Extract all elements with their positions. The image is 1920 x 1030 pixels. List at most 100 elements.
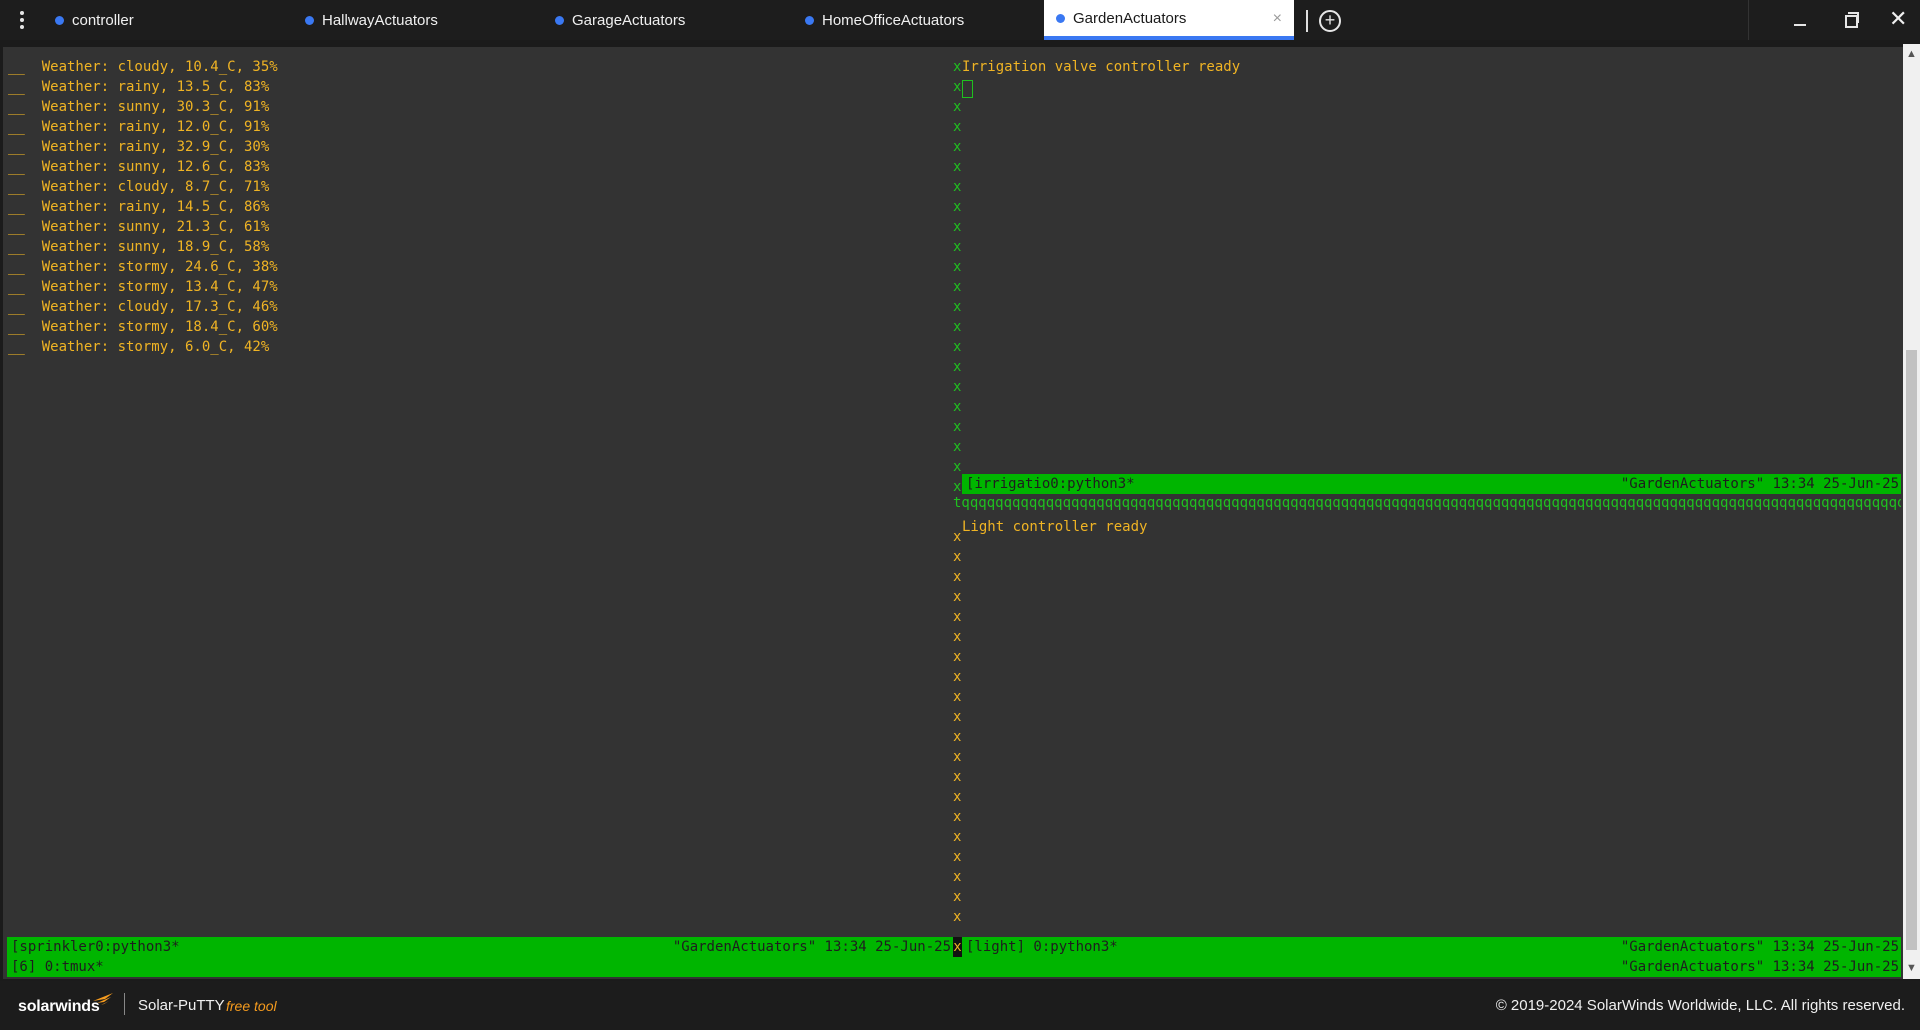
brand-logo: solarwinds [18, 998, 100, 1015]
border-char: x [953, 219, 962, 235]
sprinkler-status-bar: [sprinkler0:python3* "GardenActuators" 1… [7, 937, 953, 957]
tab-label: GardenActuators [1073, 9, 1187, 27]
tab-controller[interactable]: controller [55, 0, 295, 40]
output-line: __ Weather: sunny, 30.3_C, 91% [8, 99, 270, 115]
output-line: __ Weather: rainy, 12.0_C, 91% [8, 119, 270, 135]
status-left: [irrigatio0:python3* [966, 476, 1135, 492]
border-char: x [953, 159, 962, 175]
status-right: "GardenActuators" 13:34 25-Jun-25 [672, 939, 951, 955]
border-char: x [953, 549, 962, 565]
session-dot-icon [55, 15, 64, 25]
terminal-screen[interactable]: __ Weather: cloudy, 10.4_C, 35% __ Weath… [3, 47, 1903, 979]
status-left: [light] 0:python3* [966, 939, 1118, 955]
session-dot-icon [555, 15, 564, 25]
solarwinds-bird-icon [93, 993, 113, 1005]
footer: solarwinds Solar-PuTTY free tool © 2019-… [0, 981, 1920, 1030]
border-char: x [953, 629, 962, 645]
border-char: x [953, 239, 962, 255]
border-char: x [953, 869, 962, 885]
status-right: "GardenActuators" 13:34 25-Jun-25 [1620, 939, 1899, 955]
output-line: __ Weather: sunny, 18.9_C, 58% [8, 239, 270, 255]
border-char: x [953, 279, 962, 295]
border-char: x [953, 359, 962, 375]
tab-label: HomeOfficeActuators [822, 11, 965, 29]
scroll-down-icon[interactable]: ▼ [1906, 962, 1917, 974]
border-char: x [953, 119, 962, 135]
close-tab-icon[interactable]: × [1273, 10, 1282, 28]
vertical-dots-icon[interactable] [10, 8, 34, 32]
terminal-cursor [962, 80, 973, 98]
border-char: x [953, 729, 962, 745]
new-tab-icon[interactable]: + [1319, 10, 1341, 32]
tab-separator [1306, 10, 1308, 32]
minimize-icon [1794, 24, 1806, 26]
irrigation-ready-message: Irrigation valve controller ready [962, 59, 1241, 75]
output-line: __ Weather: stormy, 24.6_C, 38% [8, 259, 278, 275]
status-left: [sprinkler0:python3* [11, 939, 180, 955]
border-char: x [953, 909, 962, 925]
close-window-button[interactable]: ✕ [1875, 0, 1920, 40]
sprinkler-pane-output: __ Weather: cloudy, 10.4_C, 35% __ Weath… [8, 57, 278, 357]
output-line: __ Weather: rainy, 13.5_C, 83% [8, 79, 270, 95]
tmux-status-bar: [6] 0:tmux* "GardenActuators" 13:34 25-J… [7, 957, 1901, 977]
output-line: __ Weather: rainy, 14.5_C, 86% [8, 199, 270, 215]
border-char: x [953, 339, 962, 355]
border-char: x [953, 379, 962, 395]
border-char: x [953, 569, 962, 585]
tab-label: controller [72, 11, 134, 29]
border-char: x [953, 689, 962, 705]
tab-garden-actuators[interactable]: GardenActuators × [1044, 0, 1294, 40]
product-name: Solar-PuTTY [138, 997, 225, 1014]
output-line: __ Weather: sunny, 12.6_C, 83% [8, 159, 270, 175]
pane-border-top: x x x x x x x x x x x x x x x x x x x x … [953, 57, 963, 497]
tab-label: HallwayActuators [322, 11, 438, 29]
border-char: x [953, 669, 962, 685]
tab-home-office-actuators[interactable]: HomeOfficeActuators [805, 0, 1045, 40]
light-ready-message: Light controller ready [962, 519, 1148, 535]
pane-border-bottom: x x x x x x x x x x x x x x x x x x x x [953, 527, 963, 927]
status-right: "GardenActuators" 13:34 25-Jun-25 [1620, 476, 1899, 492]
border-char: x [953, 179, 962, 195]
pane-divider: tqqqqqqqqqqqqqqqqqqqqqqqqqqqqqqqqqqqqqqq… [953, 495, 1901, 511]
border-char: x [953, 809, 962, 825]
window-controls-separator [1748, 0, 1749, 40]
border-char: x [953, 139, 962, 155]
border-char: x [953, 889, 962, 905]
border-char: x [953, 419, 962, 435]
terminal-area[interactable]: __ Weather: cloudy, 10.4_C, 35% __ Weath… [0, 44, 1920, 979]
tab-bar: controller HallwayActuators GarageActuat… [0, 0, 1920, 40]
border-char: x [953, 749, 962, 765]
restore-button[interactable] [1825, 0, 1875, 40]
session-dot-icon [1056, 13, 1065, 23]
border-char: x [953, 319, 962, 335]
status-left: [6] 0:tmux* [11, 959, 104, 975]
border-char: x [953, 439, 962, 455]
output-line: __ Weather: rainy, 32.9_C, 30% [8, 139, 270, 155]
irrigation-status-bar: [irrigatio0:python3* "GardenActuators" 1… [962, 474, 1901, 494]
border-char: x [953, 709, 962, 725]
status-right: "GardenActuators" 13:34 25-Jun-25 [1620, 959, 1899, 975]
output-line: __ Weather: cloudy, 8.7_C, 71% [8, 179, 270, 195]
border-char: x [953, 849, 962, 865]
tab-garage-actuators[interactable]: GarageActuators [555, 0, 795, 40]
border-char: x [953, 589, 962, 605]
border-char: x [953, 259, 962, 275]
border-char: x [953, 99, 962, 115]
minimize-button[interactable] [1775, 0, 1825, 40]
footer-separator [124, 993, 125, 1015]
session-dot-icon [805, 15, 814, 25]
scrollbar-thumb[interactable] [1906, 350, 1917, 950]
scroll-up-icon[interactable]: ▲ [1906, 48, 1917, 60]
tab-hallway-actuators[interactable]: HallwayActuators [305, 0, 545, 40]
output-line: __ Weather: sunny, 21.3_C, 61% [8, 219, 270, 235]
terminal-scrollbar[interactable]: ▲ ▼ [1903, 44, 1920, 979]
output-line: __ Weather: stormy, 18.4_C, 60% [8, 319, 278, 335]
output-line: __ Weather: stormy, 6.0_C, 42% [8, 339, 270, 355]
output-line: __ Weather: cloudy, 10.4_C, 35% [8, 59, 278, 75]
pane-border-corner: x [953, 937, 962, 957]
free-tool-label: free tool [226, 998, 277, 1014]
session-dot-icon [305, 15, 314, 25]
border-char: x [953, 199, 962, 215]
close-icon: ✕ [1889, 6, 1908, 31]
output-line: __ Weather: cloudy, 17.3_C, 46% [8, 299, 278, 315]
